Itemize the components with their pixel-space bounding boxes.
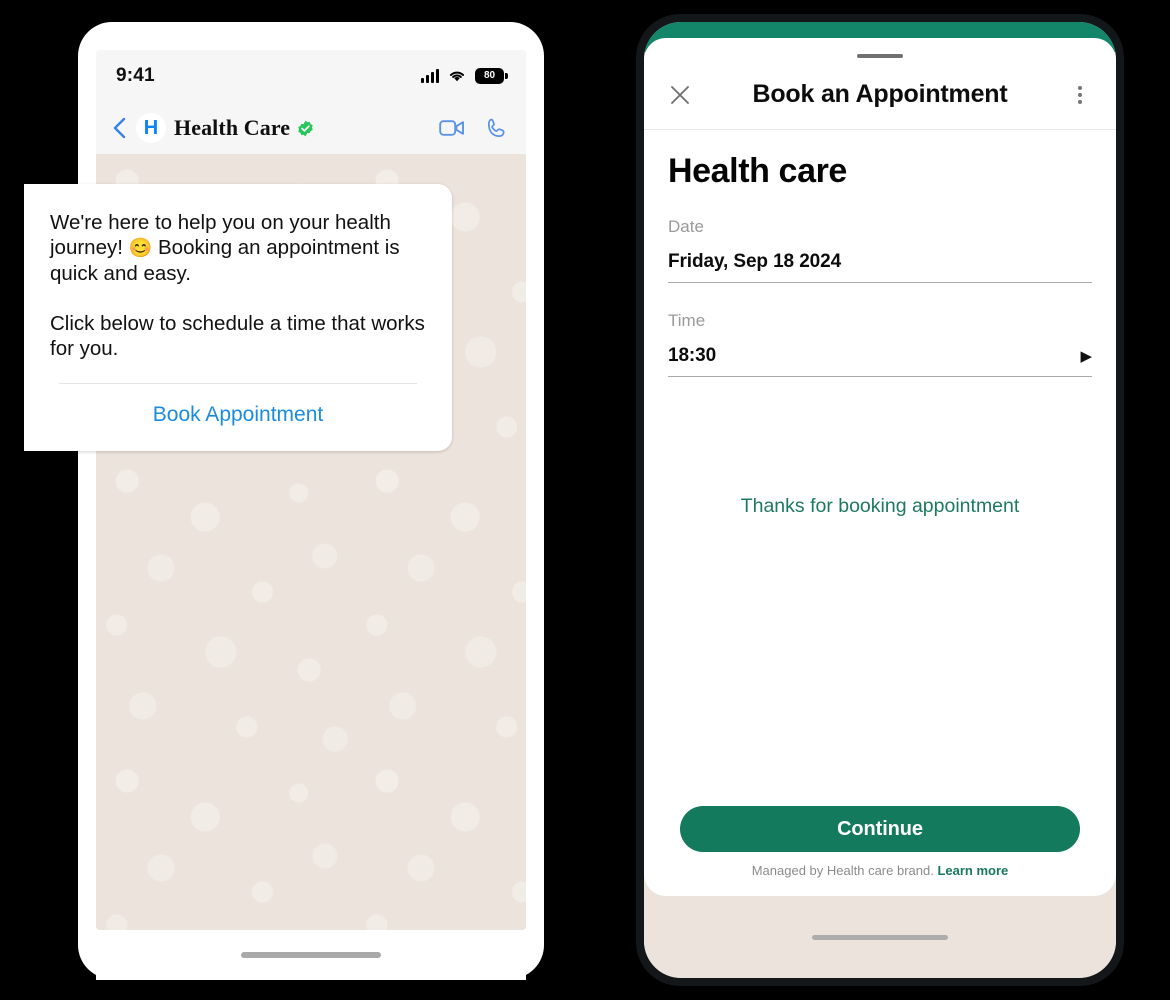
battery-level: 80 (483, 70, 496, 81)
status-bar: 9:41 80 (96, 50, 526, 102)
wifi-icon (449, 71, 465, 82)
video-camera-icon[interactable] (439, 118, 465, 138)
avatar[interactable]: H (136, 113, 166, 143)
left-home-indicator-area (96, 930, 526, 980)
booking-bottom-sheet: Book an Appointment Health care Date Fri… (644, 38, 1116, 896)
phone-handset-icon[interactable] (485, 117, 508, 140)
right-phone-frame: Book an Appointment Health care Date Fri… (636, 14, 1124, 986)
date-field-value: Friday, Sep 18 2024 (668, 251, 842, 272)
date-field-row[interactable]: Friday, Sep 18 2024 (668, 251, 1092, 283)
cellular-bars-icon (421, 69, 439, 83)
right-phone-screen: Book an Appointment Health care Date Fri… (644, 22, 1116, 978)
close-x-icon[interactable] (666, 81, 694, 109)
date-field[interactable]: Date Friday, Sep 18 2024 (668, 217, 1092, 283)
status-indicators: 80 (421, 68, 508, 84)
book-appointment-button[interactable]: Book Appointment (50, 384, 426, 451)
battery-icon: 80 (475, 68, 508, 84)
screenshot-stage: 9:41 80 H Health Care We're here to help… (0, 0, 1170, 1000)
right-home-indicator-area (644, 896, 1116, 978)
home-indicator[interactable] (241, 952, 381, 958)
chat-header-actions (439, 117, 508, 140)
continue-button[interactable]: Continue (680, 806, 1080, 852)
time-field-row[interactable]: 18:30 ▶ (668, 345, 1092, 377)
smiley-emoji-icon: 😊 (128, 238, 153, 259)
form-heading: Health care (668, 152, 847, 190)
time-field[interactable]: Time 18:30 ▶ (668, 311, 1092, 377)
time-field-value: 18:30 (668, 345, 717, 366)
verified-badge-icon (297, 120, 314, 137)
home-indicator[interactable] (812, 934, 948, 940)
sheet-title: Book an Appointment (752, 80, 1008, 108)
caret-right-icon[interactable]: ▶ (1080, 349, 1092, 364)
status-time: 9:41 (116, 65, 155, 86)
time-field-label: Time (668, 311, 706, 330)
left-phone-screen: 9:41 80 H Health Care (96, 50, 526, 930)
sheet-footer: Continue Managed by Health care brand. L… (644, 806, 1116, 896)
message-paragraph-2: Click below to schedule a time that work… (50, 312, 425, 360)
back-chevron-icon[interactable] (106, 116, 134, 140)
message-paragraph-1: We're here to help you on your health jo… (50, 210, 426, 286)
booking-form: Health care Date Friday, Sep 18 2024 Tim… (644, 130, 1116, 806)
managed-by-text: Managed by Health care brand. Learn more (680, 863, 1080, 878)
status-message: Thanks for booking appointment (740, 495, 1020, 517)
contact-name[interactable]: Health Care (174, 115, 290, 141)
managed-by-label: Managed by Health care brand. (751, 863, 934, 878)
learn-more-link[interactable]: Learn more (937, 863, 1008, 878)
chat-header: H Health Care (96, 102, 526, 154)
avatar-letter: H (143, 117, 159, 139)
left-phone-frame: 9:41 80 H Health Care (78, 22, 544, 980)
sheet-header: Book an Appointment (644, 58, 1116, 130)
chat-message-card: We're here to help you on your health jo… (24, 184, 452, 451)
kebab-menu-icon[interactable] (1066, 81, 1094, 109)
date-field-label: Date (668, 217, 704, 236)
